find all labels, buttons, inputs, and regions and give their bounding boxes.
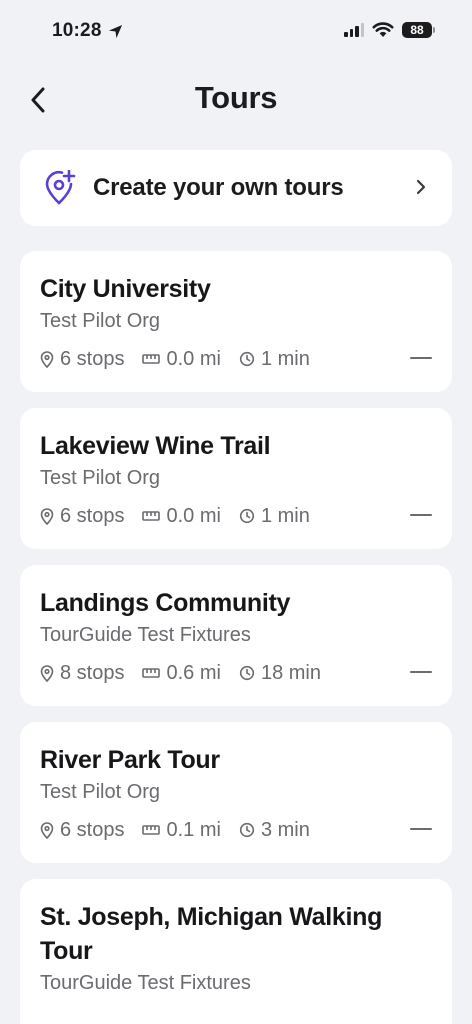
clock-icon (239, 665, 255, 681)
clock-icon (239, 822, 255, 838)
create-tours-button[interactable]: Create your own tours (20, 150, 452, 226)
tour-duration-text: 18 min (260, 661, 321, 684)
tour-status-dash (410, 828, 432, 830)
tour-stops-text: 6 stops (60, 504, 125, 527)
wifi-icon (372, 22, 394, 37)
location-arrow-icon (108, 24, 122, 38)
tour-organization: Test Pilot Org (40, 310, 161, 332)
tour-distance: 0.1 mi (142, 818, 221, 842)
map-pin-icon (40, 350, 54, 368)
tour-duration-text: 1 min (260, 504, 310, 527)
tour-stops: 6 stops (40, 505, 124, 528)
tour-title: St. Joseph, Michigan Walking Tour (40, 903, 383, 965)
tour-distance: 0.0 mi (142, 347, 221, 371)
tour-title: City University (40, 275, 211, 303)
tour-distance-text: 0.1 mi (166, 818, 221, 841)
tour-distance-text: 0.0 mi (166, 347, 221, 370)
tour-card[interactable]: St. Joseph, Michigan Walking Tour TourGu… (20, 879, 452, 1024)
tour-distance-text: 0.0 mi (166, 504, 221, 527)
ruler-icon (142, 354, 161, 364)
tour-meta: 6 stops 0.1 mi 3 min (40, 817, 432, 843)
tour-card[interactable]: Lakeview Wine Trail Test Pilot Org 6 sto… (20, 408, 452, 549)
battery-icon: 88 (402, 22, 435, 38)
tour-organization: Test Pilot Org (40, 781, 161, 803)
chevron-right-icon (416, 179, 426, 195)
status-icons: 88 (344, 22, 435, 38)
page-title: Tours (194, 80, 278, 115)
tour-distance: 0.0 mi (142, 504, 221, 528)
tour-organization: Test Pilot Org (40, 467, 161, 489)
create-tours-label: Create your own tours (93, 174, 344, 201)
status-time-text: 10:28 (52, 20, 102, 41)
tour-title: River Park Tour (40, 746, 220, 774)
tour-stops: 6 stops (40, 348, 124, 371)
tour-status-dash (410, 357, 432, 359)
tour-duration: 1 min (239, 348, 310, 371)
tour-status-dash (410, 671, 432, 673)
tour-card[interactable]: River Park Tour Test Pilot Org 6 stops 0… (20, 722, 452, 863)
tour-title: Lakeview Wine Trail (40, 432, 271, 460)
tour-stops-text: 8 stops (60, 661, 125, 684)
ruler-icon (142, 668, 161, 678)
clock-icon (239, 508, 255, 524)
status-bar: 10:28 88 (0, 0, 472, 62)
tour-duration: 1 min (239, 505, 310, 528)
tour-duration-text: 1 min (260, 347, 310, 370)
tour-stops-text: 6 stops (60, 818, 125, 841)
ruler-icon (142, 511, 161, 521)
ruler-icon (142, 825, 161, 835)
tour-stops: 6 stops (40, 819, 124, 842)
tour-duration-text: 3 min (260, 818, 310, 841)
clock-icon (239, 351, 255, 367)
tour-meta: 6 stops 0.0 mi 1 min (40, 503, 432, 529)
tour-stops-text: 6 stops (60, 347, 125, 370)
tour-distance: 0.6 mi (142, 661, 221, 685)
tour-meta: 6 stops 0.0 mi 1 min (40, 346, 432, 372)
screen: 10:28 88 Tours Create your own tours Cit… (0, 0, 472, 1024)
tour-duration: 18 min (239, 662, 321, 685)
status-time: 10:28 (52, 20, 123, 42)
cellular-signal-icon (344, 23, 364, 37)
battery-level: 88 (410, 23, 424, 37)
nav-bar: Tours (0, 72, 472, 128)
tour-title: Landings Community (40, 589, 291, 617)
tour-distance-text: 0.6 mi (166, 661, 221, 684)
tour-card[interactable]: City University Test Pilot Org 6 stops 0… (20, 251, 452, 392)
map-pin-plus-icon (45, 170, 76, 205)
map-pin-icon (40, 507, 54, 525)
map-pin-icon (40, 664, 54, 682)
tour-card[interactable]: Landings Community TourGuide Test Fixtur… (20, 565, 452, 706)
tour-organization: TourGuide Test Fixtures (40, 624, 251, 646)
tour-stops: 8 stops (40, 662, 124, 685)
tour-duration: 3 min (239, 819, 310, 842)
tour-meta: 8 stops 0.6 mi 18 min (40, 660, 432, 686)
tour-status-dash (410, 514, 432, 516)
map-pin-icon (40, 821, 54, 839)
tour-organization: TourGuide Test Fixtures (40, 972, 251, 994)
tour-list: City University Test Pilot Org 6 stops 0… (20, 251, 452, 1024)
